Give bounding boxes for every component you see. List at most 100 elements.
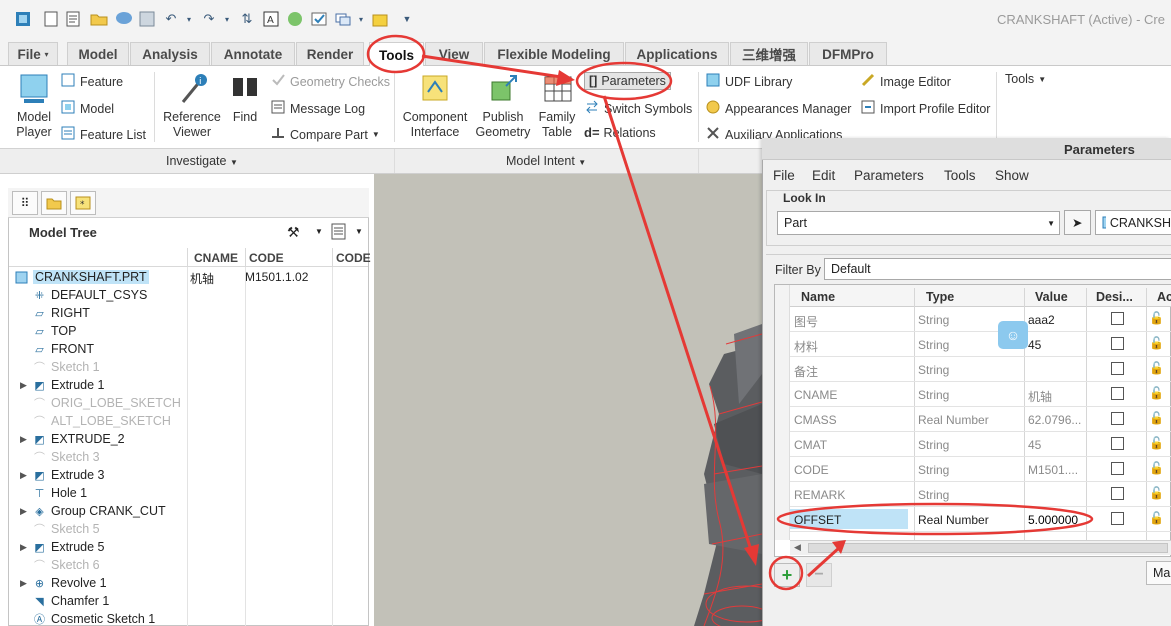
appearance-icon[interactable]	[286, 10, 304, 28]
menu-parameters[interactable]: Parameters	[854, 168, 924, 183]
windows-icon[interactable]	[334, 10, 352, 28]
column-access[interactable]: Ac	[1157, 290, 1171, 304]
designate-checkbox[interactable]	[1111, 362, 1124, 375]
compare-part-button[interactable]: Compare Part ▼	[270, 125, 380, 144]
tree-settings-icon[interactable]: ⚒	[287, 224, 300, 241]
access-lock-icon[interactable]: 🔓	[1149, 486, 1164, 500]
tab-flexible-modeling[interactable]: Flexible Modeling	[484, 42, 624, 65]
tab-3d-enhance[interactable]: 三维增强	[730, 42, 808, 65]
parameter-name-cell[interactable]: CNAME	[794, 388, 912, 402]
parameter-name-cell[interactable]: OFFSET	[790, 509, 908, 529]
verify-icon[interactable]	[310, 10, 328, 28]
chat-icon[interactable]	[115, 10, 133, 28]
tree-item[interactable]: ⌒ ALT_LOBE_SKETCH	[32, 412, 171, 430]
tree-item[interactable]: ⌒ Sketch 5	[32, 520, 100, 538]
parameter-name-cell[interactable]: CMAT	[794, 438, 912, 452]
tree-item[interactable]: ▱ FRONT	[32, 340, 94, 358]
tree-item[interactable]: ⌒ ORIG_LOBE_SKETCH	[32, 394, 181, 412]
tree-item[interactable]: ◩ Extrude 5	[32, 538, 104, 556]
favorites-tab-icon[interactable]: *	[70, 191, 96, 215]
parameter-row[interactable]: 图号 String aaa2 🔓	[790, 307, 1171, 332]
tab-render[interactable]: Render	[296, 42, 364, 65]
tools-dropdown[interactable]: Tools ▼	[1005, 72, 1046, 86]
tab-file[interactable]: File ▾	[8, 42, 58, 65]
tree-columns-icon[interactable]	[331, 223, 347, 244]
model-intent-group-dropdown[interactable]: Model Intent ▼	[506, 154, 586, 168]
tab-applications[interactable]: Applications	[625, 42, 729, 65]
expand-arrow-icon[interactable]: ▶	[20, 470, 27, 481]
parameter-name-cell[interactable]: REMARK	[794, 488, 912, 502]
object-field[interactable]: CRANKSH	[1095, 210, 1171, 235]
tab-annotate[interactable]: Annotate	[211, 42, 295, 65]
expand-arrow-icon[interactable]: ▶	[20, 380, 27, 391]
save-icon[interactable]	[138, 10, 156, 28]
feature-list-button[interactable]: Feature List	[60, 125, 146, 144]
tab-analysis[interactable]: Analysis	[130, 42, 210, 65]
tree-item[interactable]: ◩ Extrude 1	[32, 376, 104, 394]
access-lock-icon[interactable]: 🔓	[1149, 436, 1164, 450]
column-code[interactable]: CODE	[249, 251, 284, 265]
parameter-row[interactable]: CMAT String 45 🔓	[790, 432, 1171, 457]
parameter-row[interactable]: 材料 String 45 🔓	[790, 332, 1171, 357]
parameter-row[interactable]: 备注 String 🔓	[790, 357, 1171, 382]
undo-dropdown-icon[interactable]: ▾	[180, 10, 198, 28]
column-type[interactable]: Type	[926, 290, 954, 304]
parameter-type-cell[interactable]: String	[918, 488, 1022, 502]
designate-checkbox[interactable]	[1111, 437, 1124, 450]
add-parameter-button[interactable]: +	[774, 563, 800, 587]
undo-icon[interactable]: ↶	[162, 10, 180, 28]
tree-item[interactable]: ◩ Extrude 3	[32, 466, 104, 484]
graphics-viewport[interactable]	[374, 174, 787, 626]
image-editor-button[interactable]: Image Editor	[860, 72, 951, 91]
tree-root-item[interactable]: CRANKSHAFT.PRT	[14, 268, 149, 286]
geometry-checks-button[interactable]: Geometry Checks	[270, 72, 390, 91]
tree-item[interactable]: ⌒ Sketch 1	[32, 358, 100, 376]
select-object-button[interactable]: ➤	[1064, 210, 1091, 235]
access-lock-icon[interactable]: 🔓	[1149, 361, 1164, 375]
designate-checkbox[interactable]	[1111, 512, 1124, 525]
tree-item[interactable]: ⊕ Revolve 1	[32, 574, 107, 592]
annotation-icon[interactable]: A	[262, 10, 280, 28]
tree-item[interactable]: ◥ Chamfer 1	[32, 592, 109, 610]
parameters-button[interactable]: [] Parameters	[584, 72, 671, 90]
tab-dfmpro[interactable]: DFMPro	[809, 42, 887, 65]
column-code-2[interactable]: CODE	[336, 251, 371, 265]
switch-symbols-button[interactable]: Switch Symbols	[584, 99, 692, 118]
udf-library-button[interactable]: UDF Library	[705, 72, 792, 91]
tree-item[interactable]: ▱ TOP	[32, 322, 76, 340]
appearances-manager-button[interactable]: Appearances Manager	[705, 99, 851, 118]
new-icon[interactable]	[42, 10, 60, 28]
family-table-button[interactable]: Family Table	[536, 72, 578, 140]
windows-dropdown-icon[interactable]: ▾	[352, 10, 370, 28]
component-interface-button[interactable]: Component Interface	[400, 72, 470, 140]
folder-browser-tab-icon[interactable]	[41, 191, 67, 215]
parameter-name-cell[interactable]: CMASS	[794, 413, 912, 427]
tree-item[interactable]: ▱ RIGHT	[32, 304, 90, 322]
access-lock-icon[interactable]: 🔓	[1149, 386, 1164, 400]
import-profile-editor-button[interactable]: Import Profile Editor	[860, 99, 990, 118]
parameter-name-cell[interactable]: 备注	[794, 363, 912, 380]
tree-item[interactable]: ⌒ Sketch 3	[32, 448, 100, 466]
remove-parameter-button[interactable]: −	[806, 563, 832, 587]
horizontal-scrollbar[interactable]: ◀	[790, 540, 1171, 555]
parameter-value-cell[interactable]: M1501....	[1028, 463, 1082, 477]
parameter-type-cell[interactable]: Real Number	[918, 513, 1022, 527]
customize-qa-icon[interactable]: ▼	[398, 10, 416, 28]
tab-view[interactable]: View	[425, 42, 483, 65]
find-button[interactable]: Find	[228, 72, 262, 125]
open-icon[interactable]	[90, 10, 108, 28]
parameter-value-cell[interactable]: 45	[1028, 438, 1082, 452]
expand-arrow-icon[interactable]: ▶	[20, 434, 27, 445]
column-cname[interactable]: CNAME	[194, 251, 238, 265]
access-lock-icon[interactable]: 🔓	[1149, 311, 1164, 325]
menu-show[interactable]: Show	[995, 168, 1029, 183]
parameter-name-cell[interactable]: 材料	[794, 338, 912, 355]
tab-model[interactable]: Model	[67, 42, 129, 65]
expand-arrow-icon[interactable]: ▶	[20, 578, 27, 589]
designate-checkbox[interactable]	[1111, 487, 1124, 500]
main-button[interactable]: Mai	[1146, 561, 1171, 585]
column-value[interactable]: Value	[1035, 290, 1068, 304]
column-designate[interactable]: Desi...	[1096, 290, 1133, 304]
parameter-type-cell[interactable]: String	[918, 438, 1022, 452]
parameter-row[interactable]: CODE String M1501.... 🔓	[790, 457, 1171, 482]
